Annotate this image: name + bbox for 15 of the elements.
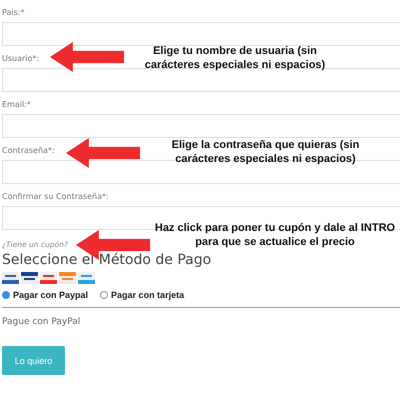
annotation-text: Elige tu nombre de usuaria (sin carácteres especiales ni espacios): [144, 44, 326, 72]
radio-option[interactable]: Pagar con Paypal: [2, 290, 88, 300]
field-label: Usuario*:: [2, 54, 40, 63]
arrow-icon: [48, 42, 126, 72]
field-label: Pais:*: [2, 8, 24, 17]
annotation-text: Elige la contraseña que quieras (sin carácteres especiales ni espacios): [170, 138, 360, 166]
field-label: Email:*: [2, 100, 31, 109]
field-label: Confirmar su Contraseña*:: [2, 192, 109, 201]
radio-option[interactable]: Pagar con tarjeta: [100, 290, 184, 300]
payment-note: Pague con PayPal: [2, 317, 80, 327]
field-label: Contraseña*:: [2, 146, 55, 155]
input-field[interactable]: [2, 114, 400, 138]
arrow-icon: [64, 138, 142, 168]
input-field[interactable]: [2, 22, 400, 46]
annotation-text: Haz click para poner tu cupón y dale al INTRO para que se actualice el precio: [154, 221, 396, 249]
